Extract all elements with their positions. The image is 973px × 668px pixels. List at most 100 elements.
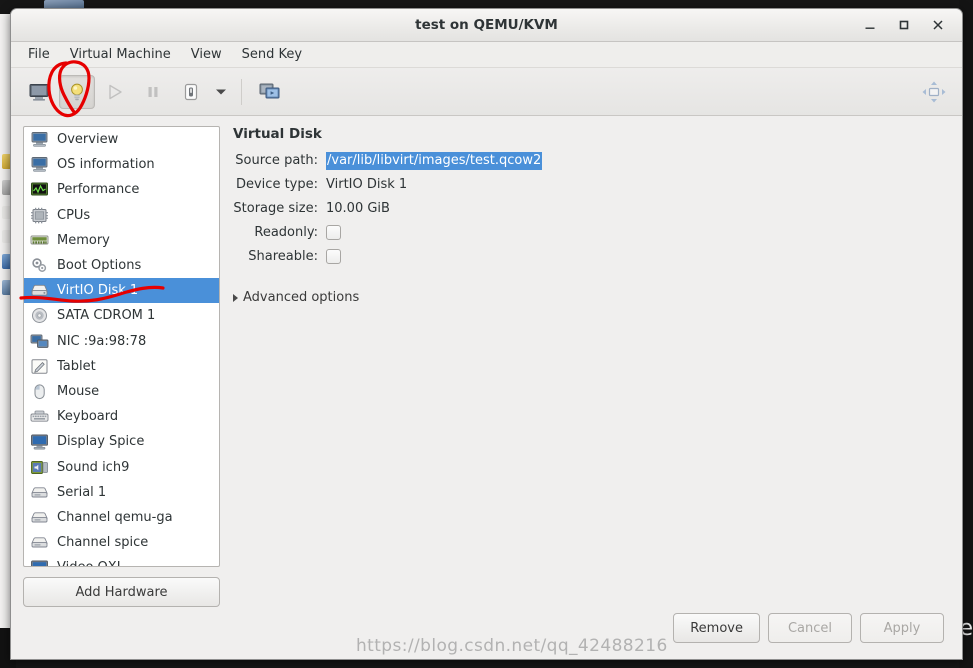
run-button[interactable] [97, 75, 133, 109]
field-readonly: Readonly: [233, 223, 950, 242]
sidebar-item-label: Overview [57, 132, 119, 148]
page-title: Virtual Disk [233, 126, 322, 142]
sidebar-item-video-qxl[interactable]: Video QXL [24, 555, 219, 566]
readonly-label: Readonly: [254, 225, 318, 240]
cdrom-icon [30, 307, 49, 324]
network-icon [30, 333, 49, 350]
window-content: Overview OS information Performance CPUs… [11, 116, 962, 607]
sidebar-item-sound-ich9[interactable]: Sound ich9 [24, 454, 219, 479]
readonly-checkbox[interactable] [326, 225, 341, 240]
sidebar-item-os-information[interactable]: OS information [24, 152, 219, 177]
shareable-checkbox[interactable] [326, 249, 341, 264]
sidebar-item-nic-9a-98-78[interactable]: NIC :9a:98:78 [24, 329, 219, 354]
maximize-icon[interactable] [896, 17, 912, 33]
sidebar-item-serial-1[interactable]: Serial 1 [24, 480, 219, 505]
gears-icon [30, 257, 49, 274]
sidebar-item-label: OS information [57, 157, 155, 173]
fullscreen-button[interactable] [916, 75, 952, 109]
close-icon[interactable] [930, 17, 946, 33]
virt-manager-window: test on QEMU/KVM File Virtual Machine Vi… [10, 8, 963, 660]
add-hardware-button[interactable]: Add Hardware [23, 577, 220, 607]
sidebar-item-virtio-disk-1[interactable]: VirtIO Disk 1 [24, 278, 219, 304]
sidebar-item-label: Tablet [57, 358, 96, 374]
cancel-button[interactable]: Cancel [768, 613, 852, 643]
shutdown-button[interactable] [173, 75, 209, 109]
source-path-label: Source path: [235, 153, 318, 168]
shareable-label: Shareable: [248, 249, 318, 264]
sidebar-item-keyboard[interactable]: Keyboard [24, 404, 219, 429]
sidebar-item-memory[interactable]: Memory [24, 228, 219, 253]
chevron-down-icon[interactable] [211, 75, 231, 109]
detail-spacer [233, 305, 950, 607]
serial-icon [30, 509, 49, 526]
sidebar-item-label: Performance [57, 182, 140, 198]
serial-icon [30, 534, 49, 551]
dialog-footer: Remove Cancel Apply [11, 607, 962, 659]
sidebar-item-display-spice[interactable]: Display Spice [24, 429, 219, 454]
pause-button[interactable] [135, 75, 171, 109]
toolbar [11, 68, 962, 116]
source-path-value[interactable]: /var/lib/libvirt/images/test.qcow2 [326, 151, 543, 170]
menu-file[interactable]: File [19, 44, 59, 65]
sidebar-item-cpus[interactable]: CPUs [24, 203, 219, 228]
show-details-button[interactable] [59, 74, 95, 109]
field-storage-size: Storage size: 10.00 GiB [233, 199, 950, 218]
remove-button[interactable]: Remove [673, 613, 760, 643]
cpu-icon [30, 207, 49, 224]
hardware-sidebar: Overview OS information Performance CPUs… [23, 126, 220, 607]
sidebar-item-label: Display Spice [57, 434, 145, 450]
sidebar-item-boot-options[interactable]: Boot Options [24, 253, 219, 278]
chevron-right-icon [233, 293, 238, 302]
sidebar-item-label: SATA CDROM 1 [57, 308, 156, 324]
field-device-type: Device type: VirtIO Disk 1 [233, 175, 950, 194]
keyboard-icon [30, 408, 49, 425]
sidebar-item-mouse[interactable]: Mouse [24, 379, 219, 404]
advanced-options-expander[interactable]: Advanced options [233, 290, 950, 305]
sidebar-item-performance[interactable]: Performance [24, 177, 219, 202]
computer-icon [30, 156, 49, 173]
show-console-button[interactable] [21, 75, 57, 109]
sidebar-item-label: Mouse [57, 383, 100, 399]
graph-icon [30, 181, 49, 198]
sound-icon [30, 459, 49, 476]
sidebar-item-channel-qemu-ga[interactable]: Channel qemu-ga [24, 505, 219, 530]
snapshots-button[interactable] [252, 75, 288, 109]
serial-icon [30, 484, 49, 501]
apply-button[interactable]: Apply [860, 613, 944, 643]
sidebar-item-label: Boot Options [57, 258, 142, 274]
minimize-icon[interactable] [862, 17, 878, 33]
menu-virtual-machine[interactable]: Virtual Machine [61, 44, 180, 65]
field-shareable: Shareable: [233, 247, 950, 266]
disk-detail-pane: Virtual Disk Source path: /var/lib/libvi… [220, 126, 950, 607]
sidebar-item-tablet[interactable]: Tablet [24, 354, 219, 379]
device-type-value: VirtIO Disk 1 [326, 177, 408, 192]
hardware-list[interactable]: Overview OS information Performance CPUs… [23, 126, 220, 567]
sidebar-item-label: NIC :9a:98:78 [57, 333, 147, 349]
mouse-icon [30, 383, 49, 400]
storage-size-label: Storage size: [233, 201, 318, 216]
menu-view[interactable]: View [182, 44, 231, 65]
sidebar-item-sata-cdrom-1[interactable]: SATA CDROM 1 [24, 303, 219, 328]
sidebar-item-label: Serial 1 [57, 484, 107, 500]
window-controls [862, 17, 962, 33]
menubar: File Virtual Machine View Send Key [11, 42, 962, 68]
sidebar-item-overview[interactable]: Overview [24, 127, 219, 152]
display-icon [30, 433, 49, 450]
toolbar-separator [241, 78, 242, 105]
sidebar-item-label: Video QXL [57, 560, 124, 566]
sidebar-item-channel-spice[interactable]: Channel spice [24, 530, 219, 555]
display-icon [30, 559, 49, 566]
storage-size-value: 10.00 GiB [326, 201, 390, 216]
tablet-icon [30, 358, 49, 375]
sidebar-item-label: Channel qemu-ga [57, 509, 173, 525]
computer-icon [30, 131, 49, 148]
sidebar-item-label: VirtIO Disk 1 [57, 283, 139, 299]
window-titlebar: test on QEMU/KVM [11, 9, 962, 42]
sidebar-item-label: CPUs [57, 207, 91, 223]
sidebar-item-label: Channel spice [57, 535, 149, 551]
sidebar-item-label: Sound ich9 [57, 459, 130, 475]
memory-icon [30, 232, 49, 249]
field-source-path: Source path: /var/lib/libvirt/images/tes… [233, 151, 950, 170]
menu-send-key[interactable]: Send Key [233, 44, 311, 65]
sidebar-item-label: Memory [57, 232, 110, 248]
